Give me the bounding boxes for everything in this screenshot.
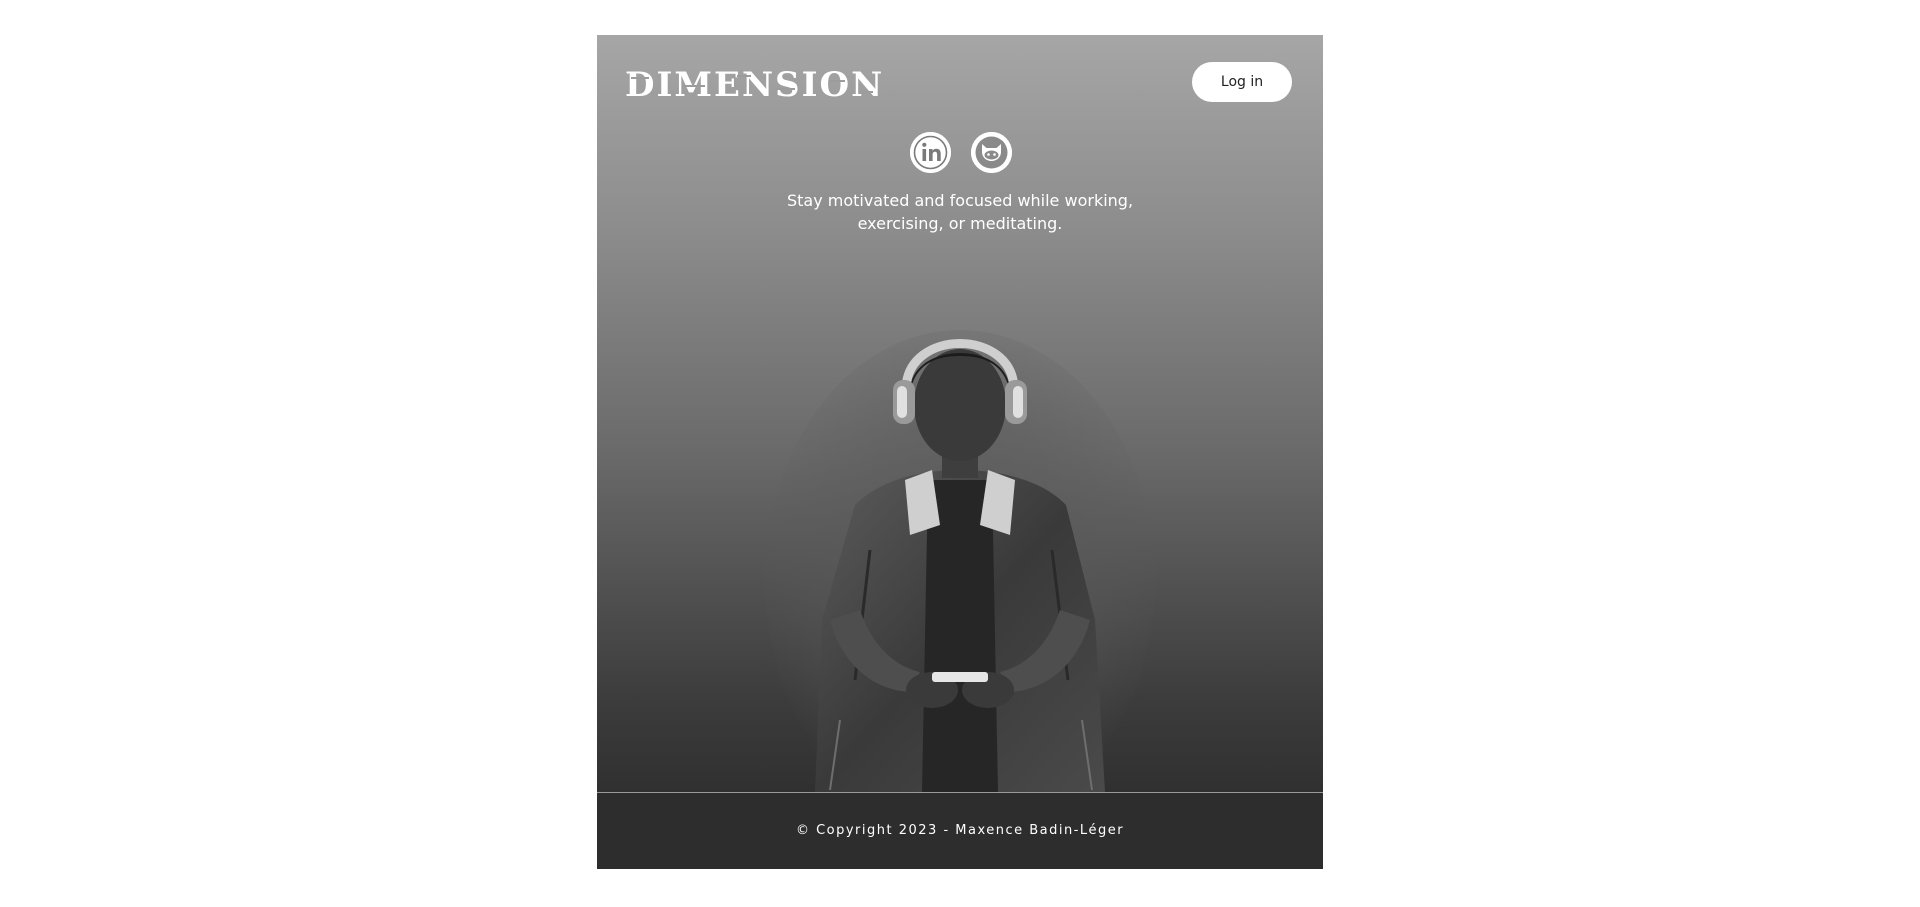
page-frame: DIMENSION Log in Stay motivated and focu… xyxy=(597,35,1323,869)
hero-person-image xyxy=(765,330,1155,792)
linkedin-link[interactable] xyxy=(910,132,951,173)
social-links xyxy=(910,132,1012,174)
linkedin-icon xyxy=(910,132,951,173)
github-icon xyxy=(971,132,1012,173)
copyright-text: © Copyright 2023 - Maxence Badin-Léger xyxy=(795,823,1125,838)
tagline-line-1: Stay motivated and focused while working… xyxy=(786,191,1134,210)
tagline-line-2: exercising, or meditating. xyxy=(857,214,1063,233)
hero-section: DIMENSION Log in Stay motivated and focu… xyxy=(597,35,1323,792)
github-link[interactable] xyxy=(971,132,1012,173)
footer: © Copyright 2023 - Maxence Badin-Léger xyxy=(597,792,1323,869)
logo-text: DIMENSION xyxy=(625,65,884,103)
tagline: Stay motivated and focused while working… xyxy=(760,189,1160,235)
logo[interactable]: DIMENSION xyxy=(625,63,885,103)
login-button[interactable]: Log in xyxy=(1192,62,1292,102)
